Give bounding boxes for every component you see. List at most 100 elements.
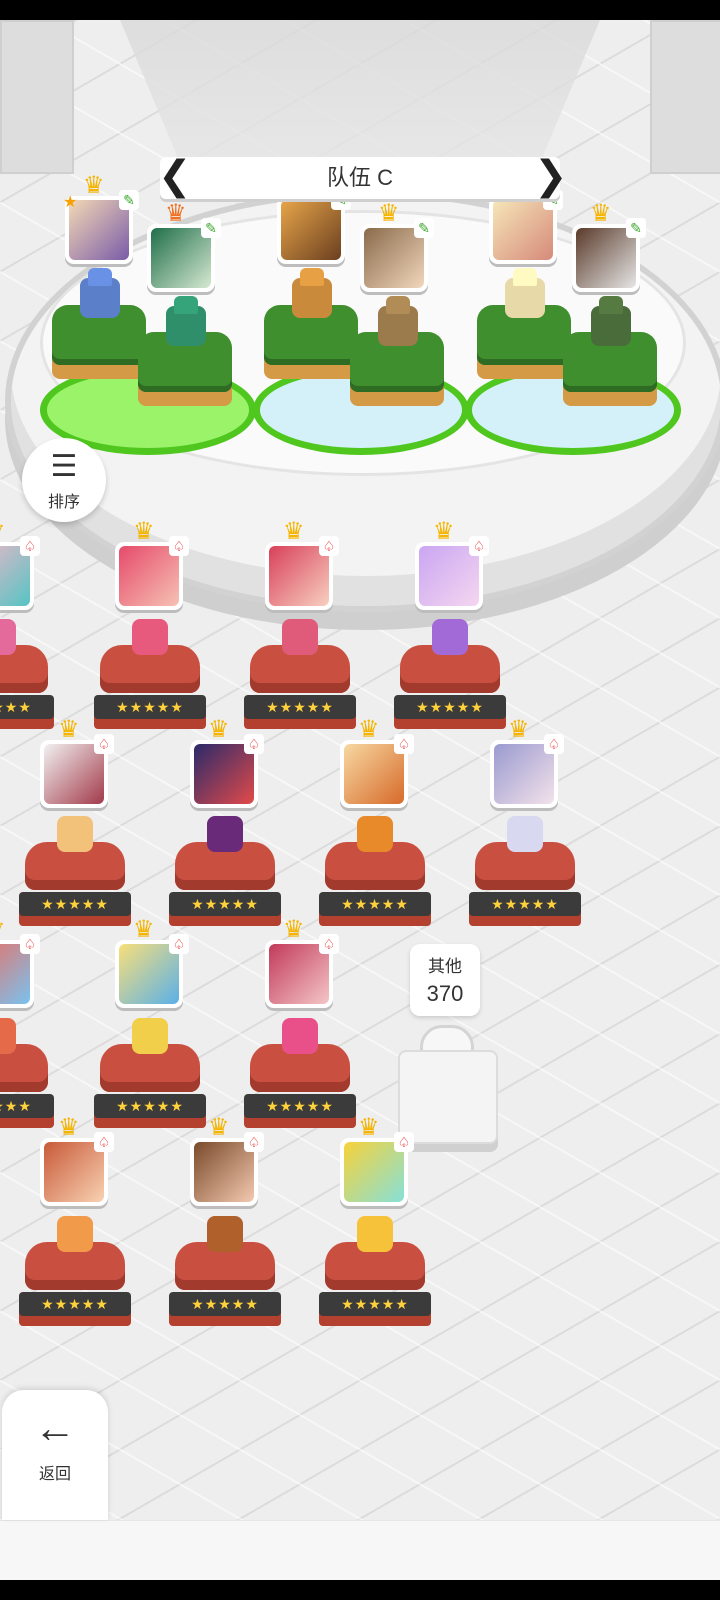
crown-icon: ♛ [283,518,305,545]
crown-icon: ♛ [133,916,155,943]
hero-sprite[interactable] [505,278,545,318]
star-rating: ★★★★★ [469,892,581,916]
next-team-button[interactable]: ❯ [534,156,568,199]
star-rating: ★★★★★ [94,695,206,719]
crown-icon: ♛ [58,1114,80,1141]
star-rating: ★★★★★ [244,1094,356,1118]
star-rating: ★★★★★ [244,695,356,719]
crown-icon: ♛ [508,716,530,743]
back-arrow-icon: ← [34,1404,76,1451]
team-hero-portrait[interactable]: ♛ ✎ [277,174,351,264]
spade-tag-icon: ♤ [20,934,40,954]
others-count: 370 [426,981,464,1006]
hero-portrait[interactable]: ♛♤ [265,918,339,1008]
spade-tag-icon: ♤ [394,1132,414,1152]
hero-sprite [357,816,393,852]
prev-team-button[interactable]: ❮ [158,156,192,199]
hero-portrait[interactable]: ♛♤ [40,718,114,808]
star-rating: ★★★★★ [394,695,506,719]
hero-pedestal[interactable]: ★★★★★ [394,619,506,735]
hero-pedestal[interactable]: ★★★★★ [469,816,581,932]
others-pedestal[interactable] [398,1050,498,1144]
game-scene: ♛ ✎ ★ ♛ ✎ ♛ ✎ ♛ ✎ ♛ ✎ ♛ ✎ ❮ 队伍 C ❯ ☰ 排序 … [0,20,720,1520]
leaf-tag-icon: ✎ [201,218,221,238]
spade-tag-icon: ♤ [469,536,489,556]
hero-portrait[interactable]: ♛♤ [190,1116,264,1206]
spade-tag-icon: ♤ [244,734,264,754]
crown-icon: ♛ [358,1114,380,1141]
spade-tag-icon: ♤ [319,536,339,556]
hero-portrait[interactable]: ♛♤ [340,1116,414,1206]
hero-pedestal[interactable]: ★★★★★ [244,619,356,735]
hero-portrait[interactable]: ♛♤ [190,718,264,808]
hero-pedestal[interactable]: ★★★★★ [94,619,206,735]
crown-icon: ♛ [208,1114,230,1141]
crown-icon: ♛ [165,200,187,227]
hero-pedestal[interactable]: ★★★★★ [319,816,431,932]
spade-tag-icon: ♤ [394,734,414,754]
spade-tag-icon: ♤ [20,536,40,556]
team-title-bar: ❮ 队伍 C ❯ [158,156,568,199]
star-rating: ★★★★★ [94,1094,206,1118]
hero-portrait[interactable]: ♛♤ [415,520,489,610]
hero-pedestal[interactable]: ★★★★★ [0,1018,54,1134]
hero-sprite [0,1018,16,1054]
star-rating: ★★★★★ [169,892,281,916]
spade-tag-icon: ♤ [544,734,564,754]
team-hero-portrait[interactable]: ♛ ✎ [489,174,563,264]
back-button[interactable]: ← 返回 [2,1390,108,1520]
hero-pedestal[interactable]: ★★★★★ [169,816,281,932]
hero-sprite [282,619,318,655]
hero-portrait[interactable]: ♛♤ [115,918,189,1008]
hero-sprite[interactable] [378,306,418,346]
team-title: 队伍 C [326,165,393,190]
sort-button[interactable]: ☰ 排序 [22,438,106,522]
star-badge-icon: ★ [63,194,78,211]
system-nav-bar [0,1580,720,1600]
hero-sprite[interactable] [292,278,332,318]
hero-sprite [357,1216,393,1252]
hero-sprite [57,816,93,852]
crown-icon: ♛ [0,520,6,544]
hero-pedestal[interactable]: ★★★★★ [0,619,54,735]
others-count-bubble[interactable]: 其他 370 [410,944,480,1016]
hero-portrait[interactable]: ♛♤ [115,520,189,610]
team-hero-portrait[interactable]: ♛ ✎ [572,202,646,292]
hero-pedestal[interactable]: ★★★★★ [19,1216,131,1332]
hero-portrait[interactable]: ♛♤ [340,718,414,808]
crown-icon: ♛ [208,716,230,743]
team-hero-portrait[interactable]: ♛ ✎ [360,202,434,292]
crown-icon: ♛ [0,918,6,942]
hero-portrait[interactable]: ♛♤ [0,918,40,1008]
hero-sprite [507,816,543,852]
star-rating: ★★★★★ [19,1292,131,1316]
hero-sprite[interactable] [591,306,631,346]
spade-tag-icon: ♤ [94,1132,114,1152]
hero-pedestal[interactable]: ★★★★★ [244,1018,356,1134]
team-hero-portrait[interactable]: ♛ ✎ ★ [63,174,139,264]
hero-pedestal[interactable]: ★★★★★ [169,1216,281,1332]
hero-portrait[interactable]: ♛♤ [0,520,40,610]
hero-sprite[interactable] [166,306,206,346]
spade-tag-icon: ♤ [319,934,339,954]
sort-icon: ☰ [50,450,78,483]
hero-sprite [207,1216,243,1252]
hero-portrait[interactable]: ♛♤ [265,520,339,610]
crown-icon: ♛ [590,200,612,227]
leaf-tag-icon: ✎ [119,190,139,210]
crown-icon: ♛ [58,716,80,743]
hero-pedestal[interactable]: ★★★★★ [319,1216,431,1332]
hero-portrait[interactable]: ♛♤ [490,718,564,808]
team-hero-portrait[interactable]: ♛ ✎ [147,202,221,292]
bottom-strip [0,1520,720,1581]
hero-sprite[interactable] [80,278,120,318]
spade-tag-icon: ♤ [94,734,114,754]
hero-sprite [207,816,243,852]
others-label: 其他 [428,957,462,976]
hero-sprite [282,1018,318,1054]
hero-pedestal[interactable]: ★★★★★ [19,816,131,932]
hero-sprite [57,1216,93,1252]
hero-pedestal[interactable]: ★★★★★ [94,1018,206,1134]
hero-portrait[interactable]: ♛♤ [40,1116,114,1206]
background-pillar [0,20,74,174]
